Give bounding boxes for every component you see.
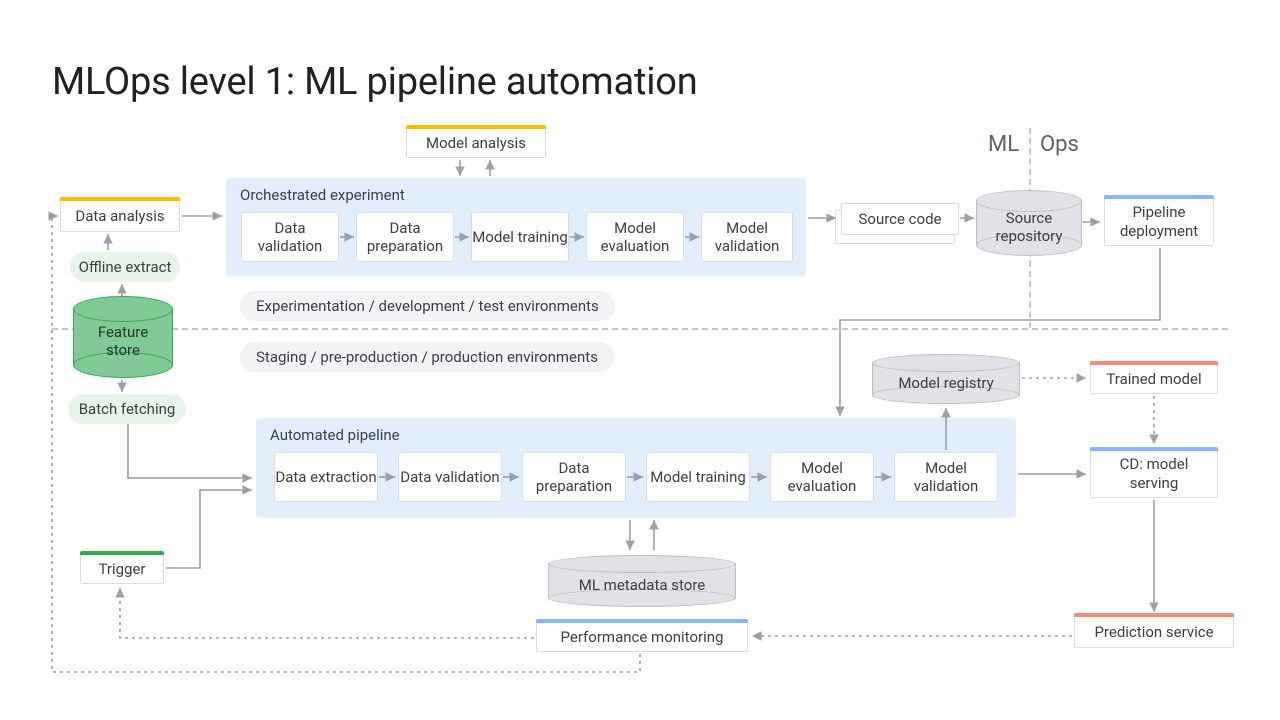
exp-step-5: Model validation xyxy=(701,212,793,262)
box-prediction-service: Prediction service xyxy=(1074,616,1234,648)
store-source-repo: Source repository xyxy=(976,190,1082,256)
box-model-analysis: Model analysis xyxy=(406,128,546,158)
exp-step-2: Data preparation xyxy=(356,212,454,262)
box-trigger: Trigger xyxy=(80,554,164,584)
box-pipeline-deployment: Pipeline deployment xyxy=(1104,198,1214,246)
box-trained-model: Trained model xyxy=(1090,364,1218,394)
store-ml-metadata-label: ML metadata store xyxy=(579,568,705,594)
chip-env-top: Experimentation / development / test env… xyxy=(240,291,615,321)
label-ops: Ops xyxy=(1040,132,1079,157)
box-perf-monitor: Performance monitoring xyxy=(536,622,748,652)
env-divider xyxy=(52,328,1228,330)
panel-pipeline-label: Automated pipeline xyxy=(270,426,400,444)
box-data-analysis: Data analysis xyxy=(60,200,180,232)
chip-env-bottom: Staging / pre-production / production en… xyxy=(240,342,614,372)
exp-step-3: Model training xyxy=(471,212,569,262)
box-cd-serving: CD: model serving xyxy=(1090,450,1218,498)
store-model-registry-label: Model registry xyxy=(898,366,993,392)
arrows-layer xyxy=(0,0,1280,720)
box-source-code: Source code xyxy=(841,203,959,235)
pill-batch-fetching: Batch fetching xyxy=(68,394,186,424)
page-title: MLOps level 1: ML pipeline automation xyxy=(52,60,698,104)
pipe-step-1: Data extraction xyxy=(274,452,378,502)
store-feature-store: Feature store xyxy=(73,296,173,378)
panel-experiment-label: Orchestrated experiment xyxy=(240,186,405,204)
pill-offline-extract: Offline extract xyxy=(70,252,180,282)
store-source-repo-label: Source repository xyxy=(976,201,1082,245)
store-model-registry: Model registry xyxy=(872,354,1020,404)
pipe-step-3: Data preparation xyxy=(522,452,626,502)
pipe-step-4: Model training xyxy=(646,452,750,502)
label-ml: ML xyxy=(988,132,1019,157)
store-ml-metadata: ML metadata store xyxy=(548,555,736,607)
pipe-step-6: Model validation xyxy=(894,452,998,502)
exp-step-4: Model evaluation xyxy=(586,212,684,262)
pipe-step-2: Data validation xyxy=(398,452,502,502)
store-feature-store-label: Feature store xyxy=(98,315,148,359)
exp-step-1: Data validation xyxy=(241,212,339,262)
diagram-stage: MLOps level 1: ML pipeline automation ML… xyxy=(0,0,1280,720)
pipe-step-5: Model evaluation xyxy=(770,452,874,502)
